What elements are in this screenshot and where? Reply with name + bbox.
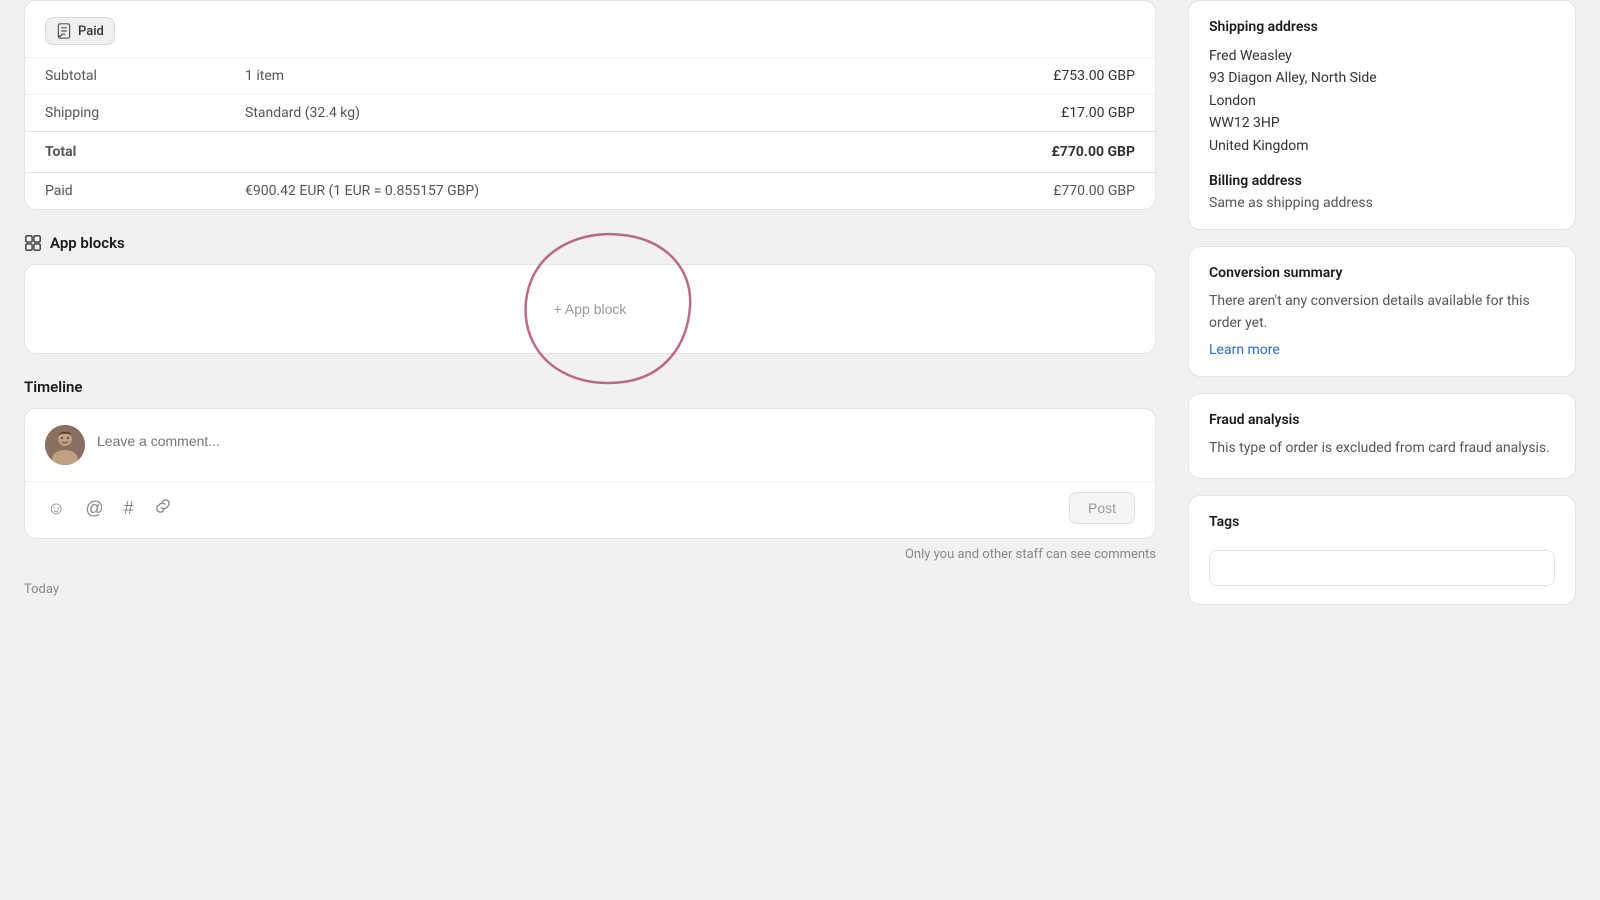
hashtag-button[interactable]: # <box>122 495 136 522</box>
order-summary-table: Subtotal 1 item £753.00 GBP Shipping Sta… <box>25 57 1155 209</box>
app-blocks-container[interactable]: + App block <box>24 264 1156 354</box>
conversion-summary-card: Conversion summary There aren't any conv… <box>1188 246 1576 377</box>
address-street: 93 Diagon Alley, North Side <box>1209 67 1555 89</box>
staff-note: Only you and other staff can see comment… <box>24 547 1156 574</box>
fraud-analysis-text: This type of order is excluded from card… <box>1209 438 1555 460</box>
paid-badge-label: Paid <box>78 24 104 39</box>
shipping-detail: Standard (32.4 kg) <box>225 95 866 132</box>
timeline-section: Timeline <box>24 374 1156 601</box>
total-row: Total £770.00 GBP <box>25 132 1155 173</box>
avatar <box>45 425 85 465</box>
tags-input[interactable] <box>1209 550 1555 586</box>
paid-row-detail: €900.42 EUR (1 EUR = 0.855157 GBP) <box>225 173 866 210</box>
conversion-summary-text: There aren't any conversion details avai… <box>1209 291 1555 334</box>
subtotal-amount: £753.00 GBP <box>866 58 1155 95</box>
post-button[interactable]: Post <box>1069 492 1135 524</box>
timeline-title: Timeline <box>24 374 1156 396</box>
payment-card: Paid Subtotal 1 item £753.00 GBP Shippin… <box>24 0 1156 210</box>
learn-more-link[interactable]: Learn more <box>1209 342 1280 358</box>
fraud-analysis-card: Fraud analysis This type of order is exc… <box>1188 393 1576 479</box>
avatar-image <box>45 425 85 465</box>
subtotal-label: Subtotal <box>25 58 225 95</box>
right-sidebar: Shipping address Fred Weasley 93 Diagon … <box>1180 0 1600 900</box>
shipping-address-card: Shipping address Fred Weasley 93 Diagon … <box>1188 0 1576 230</box>
total-amount: £770.00 GBP <box>866 132 1155 173</box>
shipping-address-title: Shipping address <box>1209 19 1555 35</box>
fraud-analysis-title: Fraud analysis <box>1209 412 1555 428</box>
shipping-address-content: Fred Weasley 93 Diagon Alley, North Side… <box>1209 45 1555 157</box>
link-button[interactable] <box>152 495 174 522</box>
app-blocks-title: App blocks <box>24 230 1156 252</box>
tags-title: Tags <box>1209 514 1555 530</box>
shipping-amount: £17.00 GBP <box>866 95 1155 132</box>
shipping-row: Shipping Standard (32.4 kg) £17.00 GBP <box>25 95 1155 132</box>
address-city: London <box>1209 90 1555 112</box>
paid-row-label: Paid <box>25 173 225 210</box>
total-label: Total <box>25 132 225 173</box>
paid-badge: Paid <box>45 17 115 45</box>
timeline-card: ☺ @ # Post <box>24 408 1156 539</box>
address-postcode: WW12 3HP <box>1209 112 1555 134</box>
app-blocks-section: App blocks + App block <box>24 230 1156 354</box>
paid-row: Paid €900.42 EUR (1 EUR = 0.855157 GBP) … <box>25 173 1155 210</box>
shipping-label: Shipping <box>25 95 225 132</box>
conversion-summary-title: Conversion summary <box>1209 265 1555 281</box>
tags-card: Tags <box>1188 495 1576 605</box>
add-app-block-button[interactable]: + App block <box>538 293 643 325</box>
address-name: Fred Weasley <box>1209 45 1555 67</box>
toolbar-row: ☺ @ # Post <box>25 481 1155 538</box>
billing-address-value: Same as shipping address <box>1209 195 1555 211</box>
billing-address-title: Billing address <box>1209 173 1555 189</box>
receipt-icon <box>56 23 72 39</box>
address-country: United Kingdom <box>1209 135 1555 157</box>
paid-row-amount: £770.00 GBP <box>866 173 1155 210</box>
subtotal-qty: 1 item <box>225 58 866 95</box>
comment-input[interactable] <box>97 425 1135 457</box>
app-blocks-icon <box>24 234 42 252</box>
emoji-button[interactable]: ☺ <box>45 495 67 522</box>
mention-button[interactable]: @ <box>83 495 105 522</box>
comment-area <box>25 409 1155 481</box>
subtotal-row: Subtotal 1 item £753.00 GBP <box>25 58 1155 95</box>
toolbar-icons: ☺ @ # <box>45 495 174 522</box>
today-label: Today <box>24 574 1156 601</box>
